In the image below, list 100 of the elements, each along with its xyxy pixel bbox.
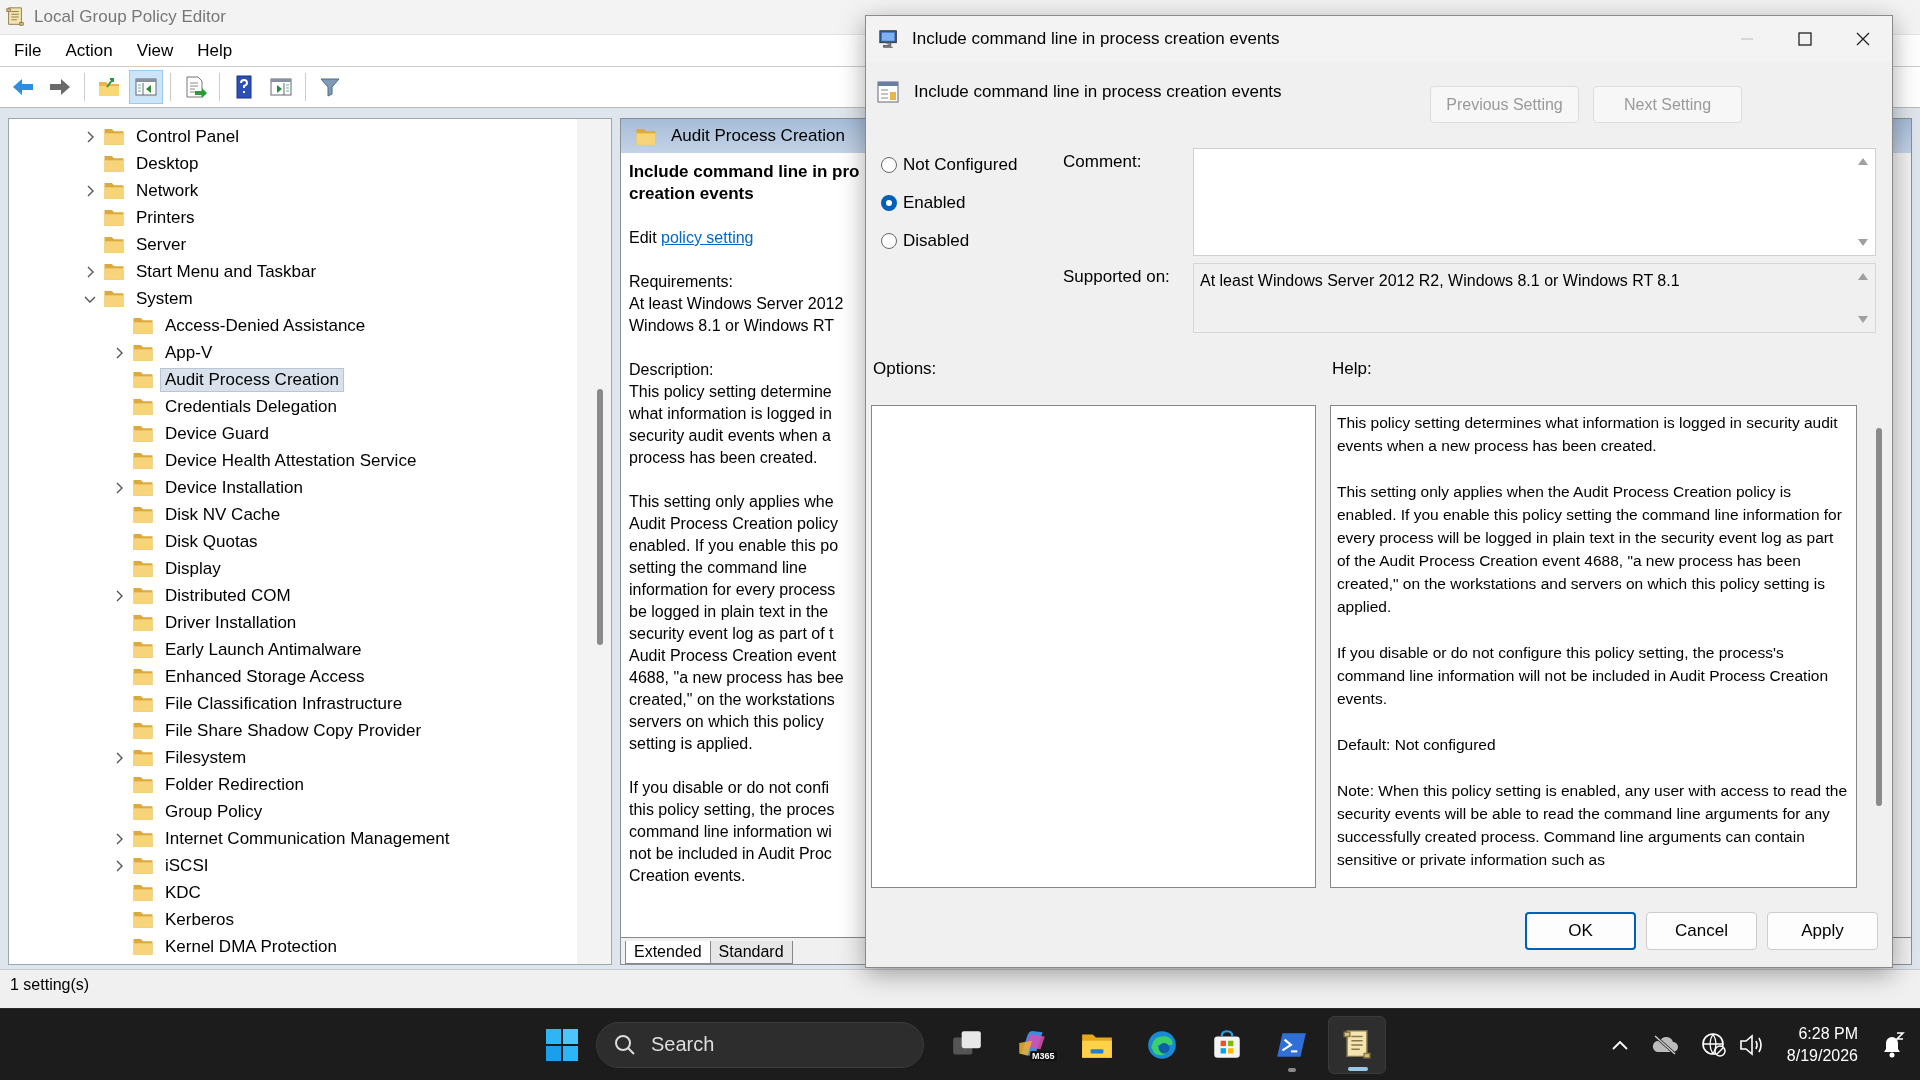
folder-icon [132, 397, 154, 416]
folder-icon [132, 478, 154, 497]
menu-item[interactable]: File [2, 37, 54, 64]
tree-item[interactable]: Folder Redirection [160, 772, 309, 797]
folder-icon [132, 559, 154, 578]
start-icon[interactable] [545, 1027, 579, 1062]
radio-button[interactable] [881, 195, 897, 211]
folder-icon [132, 451, 154, 470]
scroll-down-icon[interactable] [1857, 238, 1869, 247]
tree-item[interactable]: File Share Shadow Copy Provider [160, 718, 427, 743]
tree-item[interactable]: Control Panel [131, 124, 244, 149]
policy-setting-link[interactable]: policy setting [661, 229, 754, 246]
folder-icon [635, 126, 657, 146]
tree-item[interactable]: iSCSI [160, 853, 214, 878]
folder-icon [103, 208, 125, 227]
tree-item[interactable]: File Classification Infrastructure [160, 691, 408, 716]
folder-icon [132, 532, 154, 551]
folder-icon [132, 343, 154, 362]
tree-item[interactable]: KDC [160, 880, 206, 905]
tree-item[interactable]: App-V [160, 340, 218, 365]
help-paragraph: If you disable or do not configure this policy setting, the process's command line information will not be included in Audit Process Creation events. [1337, 643, 1830, 709]
description-text: Description: This policy setting determine what information is logged in security audit events when a process has been created. [629, 360, 832, 468]
tree-item[interactable]: Enhanced Storage Access [160, 664, 370, 689]
folder-icon [132, 748, 154, 767]
tree-item[interactable]: Kerberos [160, 907, 239, 932]
chevron-up-icon[interactable] [1610, 1038, 1629, 1051]
tree-item[interactable]: Kernel DMA Protection [160, 934, 342, 959]
tree-item[interactable]: Filesystem [160, 745, 252, 770]
folder-icon [103, 262, 125, 281]
menu-item[interactable]: Help [185, 37, 245, 64]
scroll-up-icon[interactable] [1857, 157, 1869, 166]
tree-item[interactable]: Device Health Attestation Service [160, 448, 422, 473]
tree-item[interactable]: Early Launch Antimalware [160, 637, 367, 662]
parchment-icon [4, 6, 26, 28]
tree-item[interactable]: Server [131, 232, 192, 257]
ok-button[interactable]: OK [1525, 912, 1636, 950]
cancel-button[interactable]: Cancel [1646, 912, 1757, 950]
comment-field[interactable] [1193, 148, 1876, 256]
window-title: Local Group Policy Editor [34, 7, 226, 27]
tree-item[interactable]: Credentials Delegation [160, 394, 342, 419]
maximize-icon[interactable] [1798, 32, 1812, 46]
tree-item[interactable]: Distributed COM [160, 583, 296, 608]
radio-label[interactable]: Not Configured [903, 155, 1018, 175]
status-text: 1 setting(s) [10, 976, 90, 994]
tree-item[interactable]: Device Guard [160, 421, 274, 446]
tree-item[interactable]: Driver Installation [160, 610, 302, 635]
folder-icon [103, 235, 125, 254]
tab[interactable]: Standard [709, 941, 793, 964]
tree-item[interactable]: Device Installation [160, 475, 308, 500]
policy-heading: Include command line in process creation events [914, 82, 1282, 102]
taskbar-app-button[interactable] [1328, 1015, 1386, 1074]
tree-item[interactable]: Audit Process Creation [160, 367, 344, 392]
folder-up-icon [97, 75, 121, 99]
clock-time[interactable]: 6:28 PM [1798, 1022, 1858, 1045]
folder-icon [132, 775, 154, 794]
tree-item[interactable]: System [131, 286, 198, 311]
globe-icon[interactable] [1700, 1031, 1727, 1058]
tree-item[interactable]: Disk Quotas [160, 529, 263, 554]
tree-pane-button[interactable] [129, 70, 163, 104]
description-text: Requirements: At least Windows Server 2012 Windows 8.1 or Windows RT [629, 272, 844, 336]
tree-item[interactable]: Group Policy [160, 799, 268, 824]
search-field[interactable]: Search [596, 1021, 924, 1068]
scrollbar-thumb[interactable] [1876, 428, 1882, 806]
folder-icon [103, 127, 125, 146]
app-badge: M365 [1030, 1050, 1057, 1061]
menu-item[interactable]: View [124, 37, 186, 64]
radio-label[interactable]: Disabled [903, 231, 970, 251]
dialog-title: Include command line in process creation events [912, 29, 1280, 49]
tree-pane-icon [134, 75, 158, 99]
tree-item[interactable]: Internet Communication Management [160, 826, 455, 851]
tree-item[interactable]: Printers [131, 205, 200, 230]
folder-icon [132, 721, 154, 740]
tree-item[interactable]: Disk NV Cache [160, 502, 286, 527]
tree-item[interactable]: Desktop [131, 151, 204, 176]
radio-label[interactable]: Enabled [903, 193, 966, 213]
clock-date[interactable]: 8/19/2026 [1786, 1044, 1858, 1067]
folder-icon [132, 667, 154, 686]
action-pane-icon [269, 75, 293, 99]
tab[interactable]: Extended [625, 941, 711, 964]
menu-item[interactable]: Action [53, 37, 125, 64]
comment-label: Comment: [1063, 151, 1143, 173]
cloud-off-icon[interactable] [1650, 1033, 1679, 1056]
tree-item[interactable]: Network [131, 178, 204, 203]
close-icon[interactable] [1856, 32, 1870, 46]
folder-icon [132, 505, 154, 524]
scrollbar-thumb[interactable] [597, 389, 603, 645]
filter-icon [318, 75, 342, 99]
radio-button[interactable] [881, 233, 897, 249]
policy-title: Include command line in pro creation events [629, 161, 860, 205]
tree-item[interactable]: Start Menu and Taskbar [131, 259, 322, 284]
tree-item[interactable]: Access-Denied Assistance [160, 313, 371, 338]
radio-button[interactable] [881, 157, 897, 173]
tree-item[interactable]: Display [160, 556, 226, 581]
speaker-icon[interactable] [1738, 1032, 1765, 1057]
apply-button[interactable]: Apply [1767, 912, 1878, 950]
export-list-icon [183, 75, 207, 99]
taskbar-app-button[interactable]: M365 [1003, 1015, 1061, 1074]
folder-icon [132, 694, 154, 713]
supported-on-label: Supported on: [1063, 266, 1171, 288]
folder-icon [132, 424, 154, 443]
